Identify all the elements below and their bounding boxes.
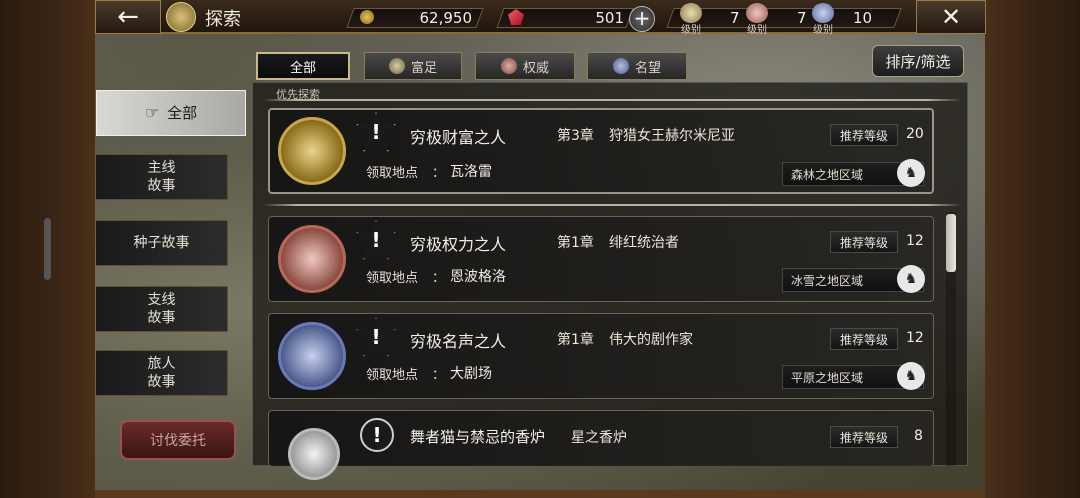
device-side-handle — [44, 218, 51, 280]
recommended-level-label: 推荐等级 — [830, 328, 898, 350]
recommended-level-label: 推荐等级 — [830, 231, 898, 253]
colon: ： — [432, 368, 446, 383]
right-wood-frame — [985, 0, 1080, 498]
recommended-level-value: 12 — [906, 233, 924, 249]
tab-label: 富足 — [410, 60, 437, 76]
scrollbar-thumb[interactable] — [946, 214, 956, 272]
explore-title-icon — [166, 2, 196, 32]
wealth-rank-icon — [680, 3, 702, 23]
fame-rank-value: 10 — [853, 9, 873, 27]
quest-name: 穷极权力之人 — [410, 235, 507, 254]
sidebar-item-main-story[interactable]: 主线 故事 — [96, 154, 228, 200]
tab-wealth[interactable]: 富足 — [364, 52, 462, 80]
authority-rank-value: 7 — [797, 9, 807, 27]
pickup-location-value: 瓦洛雷 — [450, 164, 492, 180]
authority-icon — [500, 58, 517, 74]
pickup-location-label: 领取地点 — [366, 166, 419, 181]
close-icon: ✕ — [940, 3, 962, 31]
exclamation-circle-icon: ! — [360, 418, 394, 452]
horse-icon: ♞ — [897, 159, 925, 187]
tab-all[interactable]: 全部 — [256, 52, 350, 80]
recommended-level-value: 12 — [906, 330, 924, 346]
gold-coin-icon — [360, 10, 374, 24]
sidebar-item-traveler-story[interactable]: 旅人 故事 — [96, 350, 228, 396]
tab-label: 权威 — [522, 60, 549, 76]
region-badge: 森林之地区域 ♞ — [782, 159, 925, 187]
authority-medal-icon — [278, 225, 346, 293]
rank-label: 级别 — [747, 25, 767, 36]
star-medal-icon — [288, 428, 340, 480]
sidebar-item-label: 全部 — [167, 104, 198, 122]
section-divider — [262, 204, 962, 206]
horse-icon: ♞ — [897, 265, 925, 293]
bottom-wood-frame — [95, 490, 985, 498]
wealth-rank-value: 7 — [730, 9, 740, 27]
add-gems-button[interactable]: + — [629, 6, 655, 32]
region-badge: 平原之地区域 ♞ — [782, 362, 925, 390]
back-arrow-icon: ← — [117, 2, 139, 32]
quest-name: 穷极名声之人 — [410, 332, 507, 351]
recommended-level-value: 20 — [906, 126, 924, 142]
quest-chapter: 第1章 — [557, 332, 594, 348]
rank-label: 级别 — [681, 25, 701, 36]
pointing-hand-icon: ☞ — [144, 103, 160, 122]
quest-chapter: 第3章 — [557, 128, 594, 144]
region-name: 冰雪之地区域 — [791, 273, 864, 288]
pickup-location-value: 大剧场 — [450, 366, 492, 382]
sort-filter-button[interactable]: 排序/筛选 — [872, 45, 964, 77]
recommended-level-label: 推荐等级 — [830, 426, 898, 448]
authority-rank-icon — [746, 3, 768, 23]
section-divider — [262, 99, 962, 101]
subjugation-commission-button[interactable]: 讨伐委托 — [120, 420, 236, 460]
region-badge: 冰雪之地区域 ♞ — [782, 265, 925, 293]
gold-value: 62,950 — [419, 9, 473, 27]
close-button[interactable]: ✕ — [916, 0, 986, 34]
pickup-location-label: 领取地点 — [366, 271, 419, 286]
tab-authority[interactable]: 权威 — [475, 52, 575, 80]
recommended-level-value: 8 — [914, 428, 923, 444]
sidebar-item-seed-story[interactable]: 种子故事 — [96, 220, 228, 266]
page-title: 探索 — [205, 9, 241, 30]
region-name: 平原之地区域 — [791, 370, 864, 385]
pickup-location-value: 恩波格洛 — [450, 269, 506, 285]
quest-subtitle: 伟大的剧作家 — [609, 332, 693, 348]
gem-value: 501 — [595, 9, 624, 27]
sidebar-item-all[interactable]: ☞ 全部 — [96, 90, 246, 136]
quest-subtitle: 绯红统治者 — [609, 235, 679, 251]
quest-name: 穷极财富之人 — [410, 128, 507, 147]
wealth-icon — [388, 58, 405, 74]
fame-medal-icon — [278, 322, 346, 390]
quest-name: 舞者猫与禁忌的香炉 — [410, 428, 546, 446]
region-name: 森林之地区域 — [791, 167, 864, 182]
pickup-location-label: 领取地点 — [366, 368, 419, 383]
tab-label: 全部 — [289, 60, 316, 76]
back-button[interactable]: ← — [95, 0, 161, 34]
tab-label: 名望 — [634, 60, 661, 76]
sidebar-item-side-story[interactable]: 支线 故事 — [96, 286, 228, 332]
quest-subtitle: 狩猎女王赫尔米尼亚 — [609, 128, 735, 144]
fame-rank-icon — [812, 3, 834, 23]
recommended-level-label: 推荐等级 — [830, 124, 898, 146]
quest-chapter: 第1章 — [557, 235, 594, 251]
colon: ： — [432, 166, 446, 181]
fame-icon — [612, 58, 629, 74]
wealth-medal-icon — [278, 117, 346, 185]
horse-icon: ♞ — [897, 362, 925, 390]
quest-chapter: 星之香炉 — [571, 430, 627, 446]
tab-fame[interactable]: 名望 — [587, 52, 687, 80]
colon: ： — [432, 271, 446, 286]
rank-label: 级别 — [813, 25, 833, 36]
explore-screen: ← 探索 62,950 501 + 级别 7 级别 7 级别 10 ✕ 全部 富… — [0, 0, 1080, 498]
